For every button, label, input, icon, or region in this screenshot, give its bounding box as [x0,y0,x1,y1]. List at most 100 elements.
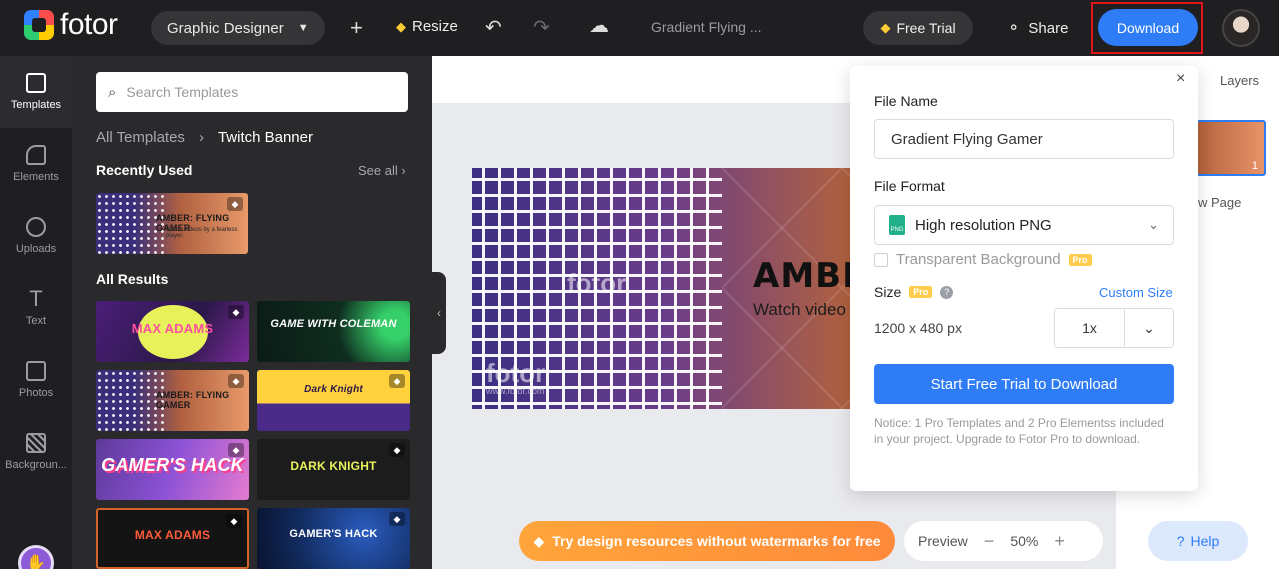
template-thumb[interactable]: GAMER'S HACK ◆ [96,439,249,500]
rail-item-elements[interactable]: Elements [0,128,72,200]
zoom-in-icon[interactable]: + [1054,531,1065,552]
text-icon: T [29,286,43,311]
recently-used-title: Recently Used [96,162,193,178]
search-icon: ⌕ [108,83,117,101]
close-icon[interactable]: × [1176,70,1185,88]
crown-icon: ◆ [880,20,891,35]
help-label: Help [1190,533,1220,549]
user-avatar[interactable] [1222,9,1260,47]
add-icon[interactable]: + [350,17,363,39]
see-all-label: See all [358,163,398,178]
template-thumb[interactable]: AMBER: FLYING GAMER ◆ [96,370,249,431]
template-thumb[interactable]: GAMER'S HACK ◆ [257,508,410,569]
template-subtitle: Watch videos by a fearless player. [166,227,238,239]
template-thumb[interactable]: GAME WITH COLEMAN [257,301,410,362]
template-thumb[interactable]: DARK KNIGHT ◆ [257,439,410,500]
zoom-out-icon[interactable]: − [984,531,995,552]
redo-icon[interactable]: ↷ [533,17,550,39]
rail-item-text[interactable]: T Text [0,272,72,344]
fotor-editor: fotor Graphic Designer ▼ + ◆ Resize ↶ ↷ … [0,0,1279,569]
search-placeholder: Search Templates [126,84,239,100]
file-name-label: File Name [874,93,938,109]
crown-icon: ◆ [533,532,545,549]
rail-item-background[interactable]: Backgroun... [0,416,72,488]
transparent-label: Transparent Background [896,251,1061,268]
chevron-down-icon: ⌄ [1148,217,1159,232]
templates-panel: ⌕ Search Templates All Templates › Twitc… [72,56,432,569]
preview-button[interactable]: Preview [918,533,968,549]
watermark: fotor [567,268,627,298]
transparent-background-option[interactable]: Transparent Background Pro [874,251,1092,268]
file-format-label: File Format [874,178,945,194]
help-button[interactable]: ? Help [1148,521,1248,561]
file-format-select[interactable]: PNG High resolution PNG ⌄ [874,205,1174,245]
rail-item-photos[interactable]: Photos [0,344,72,416]
cloud-upload-icon[interactable]: ☁ [589,15,609,37]
resize-button[interactable]: ◆ Resize [396,18,458,35]
search-input[interactable]: ⌕ Search Templates [96,72,408,112]
size-row: Size Pro ? [874,284,954,300]
transparent-checkbox[interactable] [874,252,888,267]
template-thumb[interactable]: MAX ADAMS ◆ [96,301,249,362]
crown-icon: ◆ [228,443,244,457]
custom-size-link[interactable]: Custom Size [1099,285,1173,300]
rail-label: Backgroun... [5,459,67,471]
photos-icon [26,361,46,381]
tab-layers[interactable]: Layers [1220,73,1259,88]
template-title: MAX ADAMS [134,528,211,542]
breadcrumb-current: Twitch Banner [217,129,313,146]
elements-icon [26,145,46,165]
download-button[interactable]: Download [1098,9,1198,46]
banner-subtitle[interactable]: Watch video [753,300,846,320]
design-type-dropdown[interactable]: Graphic Designer ▼ [151,11,325,45]
undo-icon[interactable]: ↶ [485,17,502,39]
see-all-link[interactable]: See all › [358,163,406,178]
rail-label: Templates [10,99,62,111]
watermark-promo-button[interactable]: ◆ Try design resources without watermark… [519,521,895,561]
scale-value: 1x [1055,309,1125,347]
crown-icon: ◆ [389,512,405,526]
uploads-icon [26,217,46,237]
page-thumbnail[interactable]: 1 [1196,120,1266,176]
breadcrumb-root[interactable]: All Templates [96,129,185,146]
design-type-label: Graphic Designer [167,19,284,37]
download-popover: × File Name Gradient Flying Gamer File F… [850,66,1198,491]
dimensions-text: 1200 x 480 px [874,320,962,336]
resize-label: Resize [412,18,458,35]
file-name-field[interactable]: Gradient Flying Gamer [874,119,1174,159]
pro-notice: Notice: 1 Pro Templates and 2 Pro Elemen… [874,416,1164,446]
template-title: GAME WITH COLEMAN [270,318,397,330]
collapse-panel-handle[interactable]: ‹ [432,272,446,354]
logo-text: fotor [60,8,118,41]
template-title: DARK KNIGHT [290,459,377,473]
zoom-control: Preview − 50% + [904,521,1103,561]
template-thumb-recent[interactable]: AMBER: FLYING GAMER Watch videos by a fe… [96,193,248,254]
document-title[interactable]: Gradient Flying ... [651,19,762,35]
template-title: MAX ADAMS [131,321,214,336]
new-page-button[interactable]: w Page [1198,195,1241,210]
breadcrumb: All Templates › Twitch Banner [96,129,313,146]
templates-icon [26,73,46,93]
template-title: GAMER'S HACK [289,528,378,540]
scale-select[interactable]: 1x ⌄ [1054,308,1174,348]
file-format-value: High resolution PNG [915,216,1052,234]
start-free-trial-button[interactable]: Start Free Trial to Download [874,364,1174,404]
promo-text: Try design resources without watermarks … [552,533,881,549]
crown-icon: ◆ [389,443,405,457]
size-label: Size [874,284,902,300]
rail-item-templates[interactable]: Templates [0,56,72,128]
rail-item-uploads[interactable]: Uploads [0,200,72,272]
chevron-right-icon: › [198,129,204,146]
watermark: fotor [486,358,546,388]
template-thumb[interactable]: MAX ADAMS ◆ [96,508,249,569]
free-trial-button[interactable]: ◆ Free Trial [863,11,973,45]
hand-icon[interactable]: ✋ [18,545,54,569]
share-button[interactable]: ⚬ Share [1007,18,1068,38]
free-trial-label: Free Trial [896,20,956,36]
template-thumb[interactable]: Dark Knight ◆ [257,370,410,431]
template-title: Dark Knight [304,384,363,395]
fotor-logo[interactable]: fotor [24,10,118,40]
all-results-title: All Results [96,271,169,287]
info-icon[interactable]: ? [940,285,954,299]
pro-badge: Pro [1068,253,1092,266]
